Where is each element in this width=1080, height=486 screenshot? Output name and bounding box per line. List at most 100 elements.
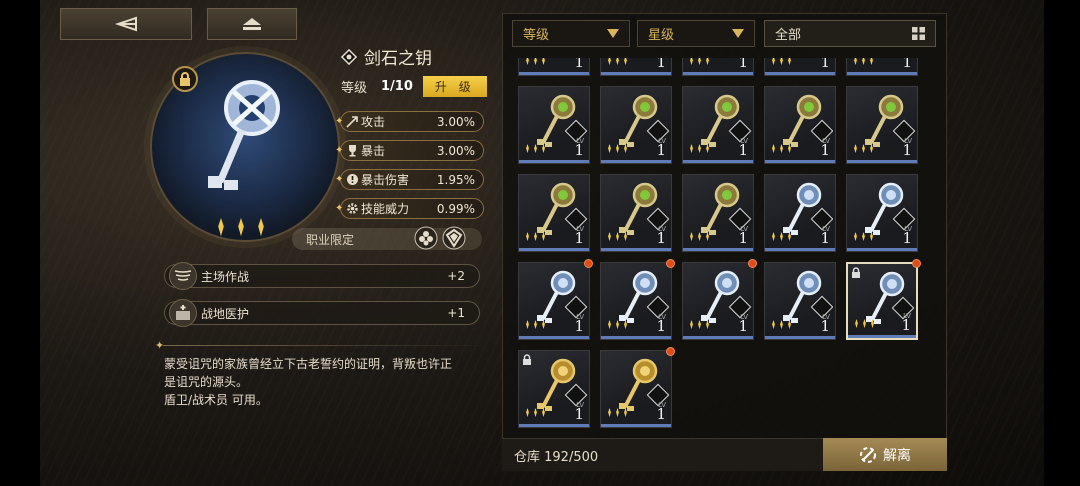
stat-name: 暴击 [361,144,386,158]
skill-row-field-medic[interactable]: 战地医护 +1 [164,299,480,327]
inventory-item-slot[interactable]: LV 1 [600,262,672,340]
stat-name: 技能威力 [361,202,410,216]
star-icon [608,143,611,153]
inventory-item-slot-selected[interactable]: LV 1 [846,262,918,340]
item-level: 1 [574,405,584,423]
inventory-item-slot[interactable]: LV 1 [764,86,836,164]
tactician-class-icon[interactable] [442,226,466,250]
star-icon [534,319,537,329]
item-star-rating [770,319,793,329]
class-diamond-icon [340,48,358,65]
stat-row-skill-power: ✦ 技能威力 0.99% [335,198,484,219]
inventory-item-slot[interactable]: 1 [764,58,836,76]
star-icon [855,318,858,328]
inventory-item-slot[interactable]: LV 1 [764,262,836,340]
dismantle-icon [860,446,876,463]
description-line: 盾卫/战术员 可用。 [164,393,268,407]
screen-edge-left [0,0,40,486]
star-icon [542,58,545,65]
star-icon [780,58,783,65]
item-level-row: 等级 1/10 升 级 [341,76,487,97]
inventory-item-slot[interactable]: LV 1 [682,262,754,340]
star-icon [624,143,627,153]
star-icon [772,319,775,329]
trophy-icon [349,145,356,157]
item-level: 1 [738,58,748,71]
item-star-rating [524,143,547,153]
item-level: 1 [574,58,584,71]
inventory-item-slot[interactable]: LV 1 [600,86,672,164]
star-icon [870,231,873,241]
inventory-item-slot[interactable]: 1 [600,58,672,76]
inventory-item-slot[interactable]: LV 1 [518,174,590,252]
star-icon [608,58,611,65]
lock-icon [852,267,860,278]
inventory-item-slot[interactable]: LV 1 [518,262,590,340]
inventory-item-slot[interactable]: 1 [518,58,590,76]
stat-row-crit-damage: ✦ 暴击伤害 1.95% [335,169,484,190]
star-icon [542,407,545,417]
item-level: 1 [902,58,912,71]
new-item-dot [666,347,675,356]
crit-damage-icon [347,174,358,185]
star-icon [788,319,791,329]
star-icon [238,218,244,237]
inventory-item-slot[interactable]: LV 1 [846,174,918,252]
item-level: 1 [902,141,912,159]
item-level: 1 [820,317,830,335]
shield-class-icon[interactable] [414,226,438,250]
star-icon [772,143,775,153]
level-value: 1/10 [381,79,413,94]
star-icon [526,231,529,241]
skill-value: +2 [447,269,465,283]
screen-edge-right [1044,0,1080,486]
star-icon [698,143,701,153]
inventory-item-slot[interactable]: LV 1 [682,174,754,252]
star-icon [862,231,865,241]
description-line: 蒙受诅咒的家族曾经立下古老誓约的证明，背叛也许正 [164,357,453,371]
stat-name: 暴击伤害 [361,173,410,187]
stat-row-crit: ✦ 暴击 3.00% [335,140,484,161]
filter-category-dropdown[interactable]: 全部 [764,20,936,47]
star-icon [608,407,611,417]
skill-row-home-battle[interactable]: 主场作战 +2 [164,262,480,290]
inventory-item-slot[interactable]: 1 [846,58,918,76]
back-button[interactable] [60,8,192,40]
item-level: 1 [902,229,912,247]
item-star-rating [214,218,268,237]
star-icon [854,231,857,241]
item-star-rating [606,231,629,241]
home-button[interactable] [207,8,297,40]
inventory-item-slot[interactable]: LV 1 [682,86,754,164]
star-icon [706,143,709,153]
star-icon [780,231,783,241]
star-icon [870,58,873,65]
star-icon [788,58,791,65]
inventory-item-slot[interactable]: LV 1 [600,174,672,252]
inventory-item-slot[interactable]: LV 1 [600,350,672,428]
stat-value: 1.95% [436,172,475,187]
item-star-rating [606,407,629,417]
filter-level-dropdown[interactable]: 等级 [512,20,630,47]
inventory-item-slot[interactable]: LV 1 [764,174,836,252]
dismantle-button[interactable]: 解离 [823,438,947,471]
star-icon [616,407,619,417]
inventory-item-slot[interactable]: LV 1 [518,86,590,164]
filter-star-dropdown[interactable]: 星级 [637,20,755,47]
item-level: 1 [738,317,748,335]
item-star-rating [852,231,875,241]
inventory-item-slot[interactable]: LV 1 [846,86,918,164]
upgrade-button[interactable]: 升 级 [422,76,487,97]
lock-icon [523,354,531,365]
inventory-item-slot[interactable]: LV 1 [518,350,590,428]
star-icon [534,143,537,153]
dropdown-triangle-icon [732,29,744,38]
star-icon [608,231,611,241]
item-star-rating [770,143,793,153]
star-icon [534,231,537,241]
star-icon [780,143,783,153]
star-icon [624,231,627,241]
medic-icon [169,299,197,327]
inventory-item-slot[interactable]: 1 [682,58,754,76]
filter-category-label: 全部 [775,28,802,43]
